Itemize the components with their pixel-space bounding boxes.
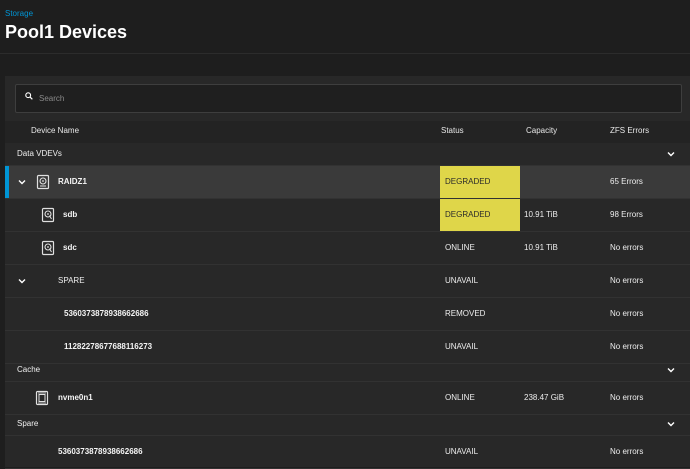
- chevron-down-icon[interactable]: [17, 276, 27, 286]
- group-label: Spare: [17, 419, 39, 428]
- chevron-down-icon[interactable]: [17, 177, 27, 187]
- page-title: Pool1 Devices: [5, 22, 128, 42]
- search-input[interactable]: [39, 86, 669, 110]
- status-badge: DEGRADED: [440, 166, 520, 198]
- group-row-spare[interactable]: Spare: [5, 413, 690, 436]
- zfs-errors-value: 65 Errors: [610, 177, 643, 186]
- capacity-value: 10.91 TiB: [524, 243, 558, 252]
- status-value: UNAVAIL: [445, 447, 479, 456]
- group-row-cache[interactable]: Cache: [5, 359, 690, 382]
- group-label: Data VDEVs: [17, 149, 62, 158]
- device-name: sdb: [63, 210, 78, 219]
- chevron-down-icon[interactable]: [666, 149, 676, 159]
- vdev-icon: [36, 174, 50, 190]
- zfs-errors-value: No errors: [610, 276, 644, 285]
- table-row-spare-disk[interactable]: 5360373878938662686 UNAVAIL No errors: [5, 436, 690, 469]
- selection-indicator: [5, 166, 9, 198]
- table-row-sdc[interactable]: sdc ONLINE 10.91 TiB No errors: [5, 232, 690, 265]
- zfs-errors-value: No errors: [610, 447, 644, 456]
- column-header-zfs-errors[interactable]: ZFS Errors: [610, 121, 649, 143]
- breadcrumb[interactable]: Storage: [5, 9, 33, 18]
- device-name: SPARE: [58, 276, 85, 285]
- chevron-down-icon[interactable]: [666, 365, 676, 375]
- status-value: ONLINE: [445, 393, 475, 402]
- table-header: Device Name Status Capacity ZFS Errors: [5, 121, 690, 143]
- table-row-spare-vdev[interactable]: SPARE UNAVAIL No errors: [5, 265, 690, 298]
- device-name: RAIDZ1: [58, 177, 87, 186]
- device-name: 5360373878938662686: [58, 447, 143, 456]
- zfs-errors-value: No errors: [610, 243, 644, 252]
- device-name: nvme0n1: [58, 393, 93, 402]
- search-box[interactable]: [15, 84, 682, 113]
- device-name: sdc: [63, 243, 77, 252]
- zfs-errors-value: No errors: [610, 393, 644, 402]
- hard-disk-icon: [41, 207, 55, 223]
- status-value: UNAVAIL: [445, 276, 479, 285]
- table-row-raidz1[interactable]: RAIDZ1 DEGRADED 65 Errors: [5, 166, 690, 199]
- title-divider: [0, 53, 690, 54]
- device-name: 5360373878938662686: [64, 309, 149, 318]
- status-badge: DEGRADED: [440, 199, 520, 231]
- ssd-icon: [35, 390, 49, 406]
- search-icon: [25, 92, 33, 100]
- column-header-device-name[interactable]: Device Name: [31, 121, 79, 143]
- chevron-down-icon[interactable]: [666, 419, 676, 429]
- zfs-errors-value: 98 Errors: [610, 210, 643, 219]
- capacity-value: 10.91 TiB: [524, 210, 558, 219]
- capacity-value: 238.47 GiB: [524, 393, 565, 402]
- column-header-capacity[interactable]: Capacity: [526, 121, 557, 143]
- hard-disk-icon: [41, 240, 55, 256]
- table-row-sdb[interactable]: sdb DEGRADED 10.91 TiB 98 Errors: [5, 199, 690, 232]
- devices-card: Device Name Status Capacity ZFS Errors D…: [5, 76, 690, 469]
- table-row-nvme0n1[interactable]: nvme0n1 ONLINE 238.47 GiB No errors: [5, 382, 690, 415]
- status-value: REMOVED: [445, 309, 486, 318]
- group-row-data-vdevs[interactable]: Data VDEVs: [5, 143, 690, 166]
- column-header-status[interactable]: Status: [441, 121, 464, 143]
- status-value: ONLINE: [445, 243, 475, 252]
- group-label: Cache: [17, 365, 41, 374]
- zfs-errors-value: No errors: [610, 309, 644, 318]
- table-row-spare-disk[interactable]: 5360373878938662686 REMOVED No errors: [5, 298, 690, 331]
